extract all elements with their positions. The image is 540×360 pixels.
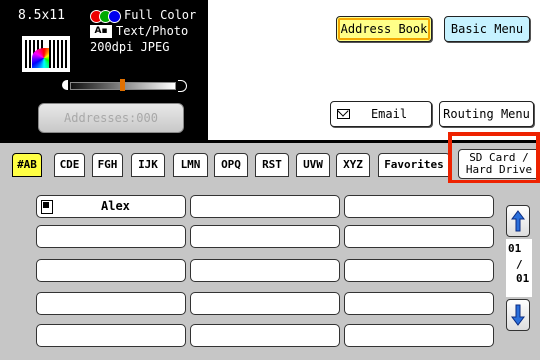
color-document-icon: [22, 36, 70, 72]
text-photo-icon: A▪: [90, 24, 112, 38]
basic-menu-button[interactable]: Basic Menu: [444, 16, 530, 42]
address-entry-empty[interactable]: [190, 195, 340, 218]
address-entry-empty[interactable]: [344, 195, 494, 218]
envelope-icon: [337, 109, 350, 119]
color-mode-status: Full Color: [90, 8, 197, 23]
address-entry-empty[interactable]: [190, 225, 340, 248]
tab-lmn[interactable]: LMN: [173, 153, 208, 177]
addresses-count-button[interactable]: Addresses:000: [38, 103, 184, 133]
email-button[interactable]: Email: [330, 101, 432, 127]
page-indicator: 01 / 01: [506, 239, 532, 297]
scroll-up-button[interactable]: [506, 205, 530, 237]
tab-ijk[interactable]: IJK: [131, 153, 165, 177]
address-entry-empty[interactable]: [36, 292, 186, 315]
total-pages: 01: [516, 272, 530, 285]
tab-uvw[interactable]: UVW: [296, 153, 330, 177]
address-entry-empty[interactable]: [344, 292, 494, 315]
address-entry-empty[interactable]: [36, 225, 186, 248]
address-entry-empty[interactable]: [344, 225, 494, 248]
scroll-down-button[interactable]: [506, 299, 530, 331]
status-panel: 8.5x11 Full Color A▪ Text/Photo 200dpi J…: [0, 0, 208, 140]
arrow-up-icon: [511, 210, 525, 232]
resolution-label: 200dpi JPEG: [90, 40, 170, 54]
scan-mode-status: A▪ Text/Photo: [90, 24, 188, 38]
page-separator: /: [516, 258, 523, 271]
address-entry-empty[interactable]: [36, 259, 186, 282]
address-entry-empty[interactable]: [190, 259, 340, 282]
address-book-button[interactable]: Address Book: [336, 16, 432, 42]
full-color-icon: [90, 9, 121, 23]
tab-opq[interactable]: OPQ: [214, 153, 248, 177]
tab-ab[interactable]: #AB: [12, 153, 42, 177]
tab-rst[interactable]: RST: [255, 153, 289, 177]
address-entry-empty[interactable]: [344, 324, 494, 347]
color-mode-label: Full Color: [124, 8, 197, 22]
density-marker: [120, 79, 125, 91]
current-page: 01: [508, 242, 522, 255]
address-entry-empty[interactable]: [190, 324, 340, 347]
email-label: Email: [370, 107, 408, 121]
address-entry-alex[interactable]: Alex: [36, 195, 186, 218]
page-scroller: 01 / 01: [506, 205, 532, 331]
paper-size-label: 8.5x11: [18, 8, 65, 23]
sd-card-highlight-frame: [448, 132, 540, 184]
density-indicator: [62, 79, 194, 92]
address-entry-name: Alex: [101, 199, 130, 213]
tab-fgh[interactable]: FGH: [92, 153, 123, 177]
address-entry-empty[interactable]: [36, 324, 186, 347]
arrow-down-icon: [511, 304, 525, 326]
tab-xyz[interactable]: XYZ: [336, 153, 370, 177]
address-entry-empty[interactable]: [190, 292, 340, 315]
pc-icon: [41, 200, 53, 214]
tab-cde[interactable]: CDE: [54, 153, 85, 177]
address-entry-empty[interactable]: [344, 259, 494, 282]
address-list-panel: Alex 01 / 01: [0, 183, 540, 360]
routing-menu-button[interactable]: Routing Menu: [439, 101, 534, 127]
scan-mode-label: Text/Photo: [116, 24, 189, 38]
tab-favorites[interactable]: Favorites: [378, 153, 450, 177]
